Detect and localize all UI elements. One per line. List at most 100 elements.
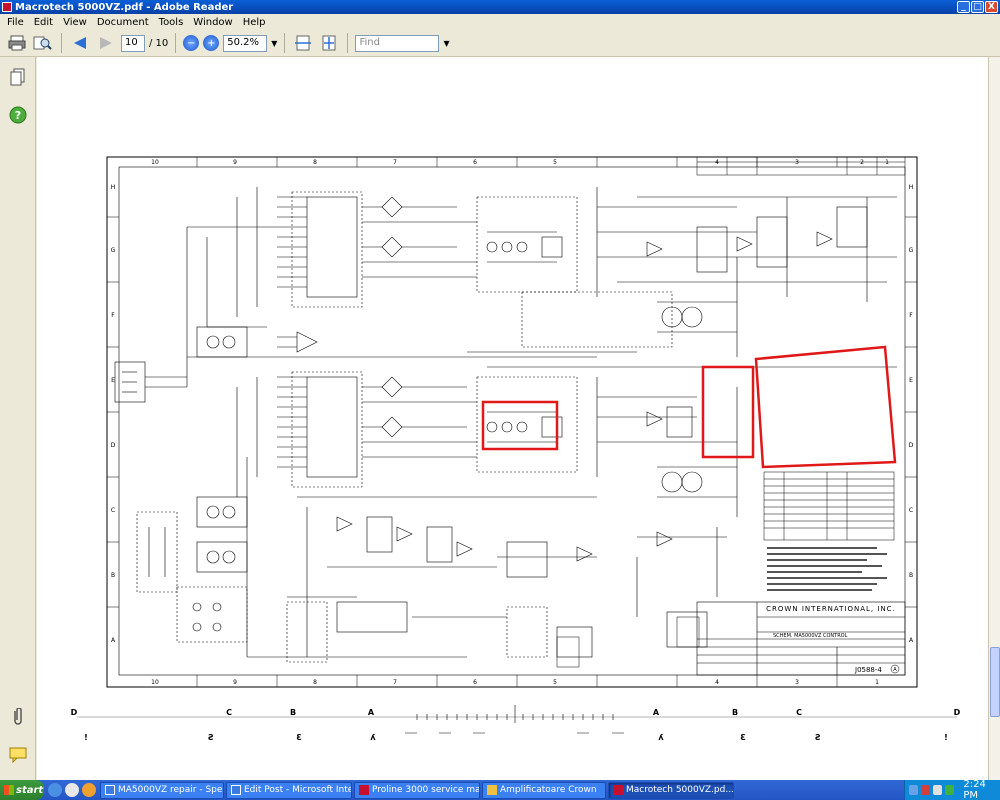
toolbar: 10 / 10 − + 50.2% ▼ Find ▼ <box>0 30 1000 57</box>
zoom-in-icon[interactable]: + <box>203 35 220 51</box>
navigation-panel: ? <box>0 57 36 780</box>
revision-letter: A <box>893 667 897 673</box>
maximize-button[interactable]: □ <box>971 1 984 13</box>
zoom-out-icon[interactable]: − <box>183 35 200 51</box>
taskbar-item-label: Proline 3000 service man... <box>372 785 480 795</box>
col-label: 1 <box>885 159 889 166</box>
row-label: H <box>111 184 116 191</box>
zoom-dropdown-icon[interactable]: ▼ <box>271 39 277 48</box>
page-total-label: / 10 <box>149 37 169 49</box>
taskbar-item-label: Amplificatoare Crown <box>500 785 597 795</box>
adobe-reader-icon <box>2 2 12 12</box>
page-number-input[interactable]: 10 <box>121 34 145 52</box>
pages-icon[interactable] <box>8 67 28 87</box>
row-label: F <box>909 312 913 319</box>
col-label: 6 <box>473 679 477 686</box>
col-label: 5 <box>553 679 557 686</box>
ruler-label: Ƨ <box>815 733 821 742</box>
window-title-bar[interactable]: Macrotech 5000VZ.pdf - Adobe Reader _ □ … <box>0 0 1000 14</box>
toolbar-separator <box>61 33 62 53</box>
pdf-page: 10 9 8 7 6 5 4 3 2 1 10 9 8 7 6 5 4 3 1 <box>37 57 988 780</box>
col-label: 8 <box>313 159 317 166</box>
taskbar-item-proline-manual[interactable]: Proline 3000 service man... <box>354 781 480 799</box>
attachments-icon[interactable] <box>8 707 28 727</box>
highlight-box-output-stage <box>754 345 897 469</box>
taskbar-item-macrotech-pdf[interactable]: Macrotech 5000VZ.pd... <box>608 781 734 799</box>
toolbar-separator <box>347 33 349 53</box>
pdf-icon <box>359 785 369 795</box>
menu-document[interactable]: Document <box>92 17 154 28</box>
ruler-label: ʎ <box>658 733 664 742</box>
security-icon[interactable] <box>921 785 931 795</box>
previous-page-icon[interactable] <box>69 33 91 53</box>
ruler-label: ! <box>84 733 88 742</box>
minimize-button[interactable]: _ <box>957 1 970 13</box>
taskbar-item-amplificatoare-crown[interactable]: Amplificatoare Crown <box>482 781 606 799</box>
windows-logo-icon <box>4 785 14 795</box>
menu-view[interactable]: View <box>58 17 92 28</box>
row-label: D <box>111 442 116 449</box>
col-label: 1 <box>875 679 879 686</box>
search-document-icon[interactable] <box>32 33 54 53</box>
internet-explorer-icon[interactable] <box>48 783 62 797</box>
clock[interactable]: 2:24 PM <box>963 779 1000 800</box>
window-title: Macrotech 5000VZ.pdf - Adobe Reader <box>15 1 234 13</box>
comments-icon[interactable] <box>8 745 28 765</box>
document-view[interactable]: 10 9 8 7 6 5 4 3 2 1 10 9 8 7 6 5 4 3 1 <box>37 57 988 780</box>
browser-icon <box>231 785 241 795</box>
fit-width-icon[interactable] <box>292 33 314 53</box>
print-icon[interactable] <box>6 33 28 53</box>
vertical-scrollbar[interactable] <box>988 57 1000 780</box>
ruler-label: A <box>368 708 375 717</box>
network-icon[interactable] <box>909 785 919 795</box>
find-dropdown-icon[interactable]: ▼ <box>443 39 449 48</box>
menu-help[interactable]: Help <box>238 17 271 28</box>
zoom-level-input[interactable]: 50.2% <box>223 34 268 52</box>
toolbar-separator <box>175 33 177 53</box>
menu-window[interactable]: Window <box>188 17 237 28</box>
col-label: 4 <box>715 679 719 686</box>
close-button[interactable]: X <box>985 1 998 13</box>
row-label: C <box>111 507 115 514</box>
col-label: 7 <box>393 679 397 686</box>
ruler-label: B <box>290 708 296 717</box>
title-block-company: CROWN INTERNATIONAL, INC. <box>766 605 896 613</box>
quick-launch <box>44 783 100 797</box>
help-icon[interactable]: ? <box>8 105 28 125</box>
ruler-label: D <box>71 708 78 717</box>
menu-edit[interactable]: Edit <box>29 17 58 28</box>
ruler-label: Ƨ <box>208 733 214 742</box>
volume-icon[interactable] <box>933 785 943 795</box>
menu-tools[interactable]: Tools <box>154 17 189 28</box>
col-label: 9 <box>233 679 237 686</box>
row-label: H <box>909 184 914 191</box>
ruler-label: ! <box>944 733 948 742</box>
col-label: 2 <box>860 159 864 166</box>
row-label: E <box>909 377 913 384</box>
title-block-title: SCHEM. MA5000VZ CONTROL <box>773 633 848 639</box>
show-desktop-icon[interactable] <box>65 783 79 797</box>
col-label: 4 <box>715 159 719 166</box>
update-icon[interactable] <box>945 785 955 795</box>
row-label: B <box>909 572 913 579</box>
find-input[interactable]: Find <box>355 34 440 52</box>
ruler-label: Ɛ <box>296 733 302 742</box>
media-player-icon[interactable] <box>82 783 96 797</box>
row-label: G <box>909 247 914 254</box>
start-button[interactable]: start <box>0 780 44 800</box>
taskbar-item-edit-post[interactable]: Edit Post - Microsoft Inte... <box>226 781 352 799</box>
scrollbar-thumb[interactable] <box>990 647 1000 717</box>
row-label: C <box>909 507 913 514</box>
next-page-icon[interactable] <box>95 33 117 53</box>
row-label: G <box>111 247 116 254</box>
ruler-label: ʎ <box>370 733 376 742</box>
fit-page-icon[interactable] <box>318 33 340 53</box>
menu-file[interactable]: File <box>2 17 29 28</box>
ruler-label: C <box>796 708 802 717</box>
taskbar-item-ma5000vz-repair[interactable]: MA5000VZ repair - Spea... <box>100 781 224 799</box>
row-label: B <box>111 572 115 579</box>
system-tray: 2:24 PM <box>904 779 1000 800</box>
start-label: start <box>16 784 44 796</box>
ruler-label: D <box>954 708 961 717</box>
taskbar-item-label: Macrotech 5000VZ.pd... <box>626 785 734 795</box>
